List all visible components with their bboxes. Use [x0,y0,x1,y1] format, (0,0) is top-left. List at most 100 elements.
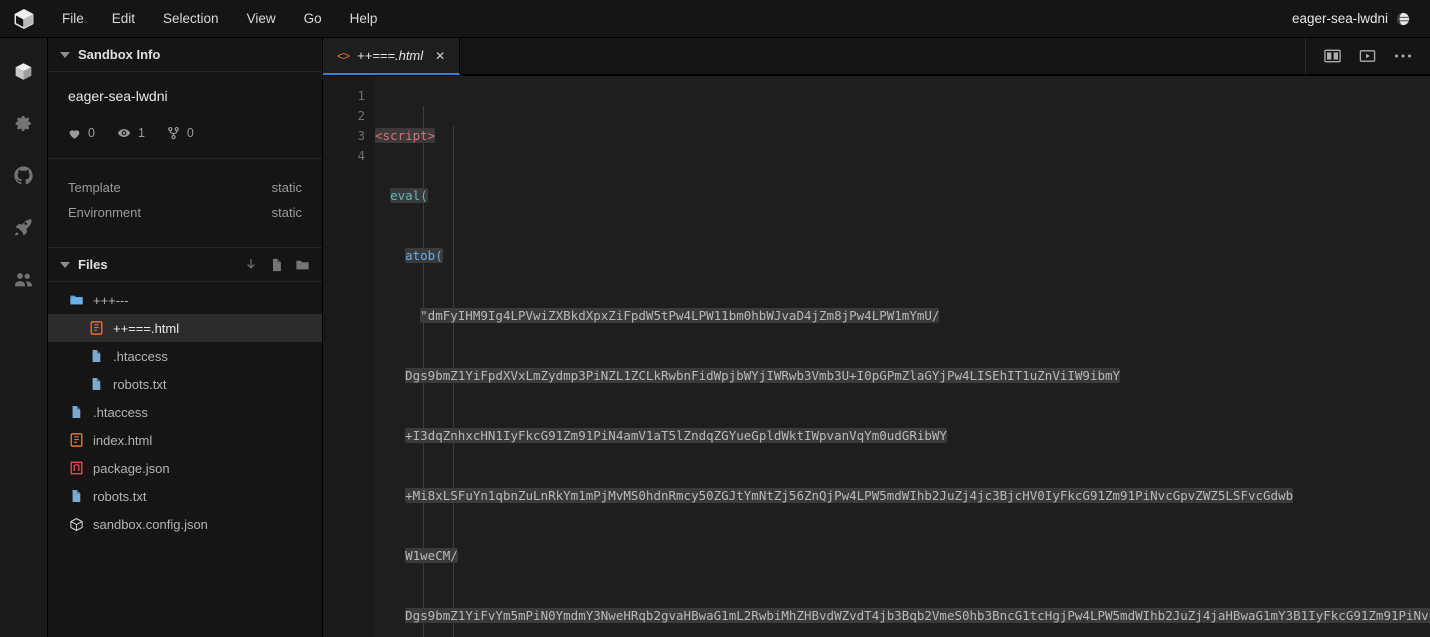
line-number-gutter: 1 2 3 4 [323,76,375,637]
menu-bar: File Edit Selection View Go Help eager-s… [0,0,1430,38]
file-tree: +++--- ++===.html .htaccess robots.txt .… [48,282,322,637]
line-number: 1 [357,88,365,103]
people-icon [15,272,32,286]
code-line: W1weCM/ [375,546,1430,566]
tab-label: ++===.html [357,48,424,63]
line-number: 2 [357,108,365,123]
file-label: +++--- [93,292,129,308]
file-label: sandbox.config.json [93,516,208,532]
more-actions-icon[interactable] [1394,53,1412,59]
code-brackets-icon: <> [337,48,350,63]
code-line: <script> [375,126,1430,146]
activity-collaborators[interactable] [4,260,44,298]
file-icon [88,376,104,392]
html5-icon [88,320,104,336]
new-file-icon[interactable] [270,258,283,272]
main-body: Sandbox Info eager-sea-lwdni 0 1 0 Templ… [0,38,1430,637]
gear-icon [15,115,31,131]
menu-go[interactable]: Go [290,7,336,30]
file-tree-folder-plusplusplus[interactable]: +++--- [48,286,322,314]
code-editor[interactable]: 1 2 3 4 <script> eval( atob( "dmFyIHM9Ig… [323,76,1430,637]
activity-deploy[interactable] [4,208,44,246]
sandbox-info-header-label: Sandbox Info [78,47,161,62]
split-editor-icon[interactable] [1324,48,1341,64]
files-header-actions [244,258,310,272]
html5-icon [68,432,84,448]
file-icon [68,404,84,420]
chevron-down-icon [60,261,70,268]
activity-bar [0,38,48,637]
activity-settings[interactable] [4,104,44,142]
file-tree-item-package-json[interactable]: package.json [48,454,322,482]
sidebar: Sandbox Info eager-sea-lwdni 0 1 0 Templ… [48,38,323,637]
rocket-icon [15,218,32,236]
file-tree-item-robots-txt[interactable]: robots.txt [48,482,322,510]
file-tree-item-plusequals-html[interactable]: ++===.html [48,314,322,342]
menu-bar-right: eager-sea-lwdni [1292,11,1416,26]
sandbox-info-header[interactable]: Sandbox Info [48,38,322,72]
editor-area: <> ++===.html ✕ 1 2 3 4 <script> eval(a… [323,38,1430,637]
tab-bar-spacer [460,38,1305,75]
file-label: robots.txt [93,488,147,504]
code-token-eval: eval( [390,188,428,203]
menu-view[interactable]: View [233,7,290,30]
file-tree-item-htaccess-nested[interactable]: .htaccess [48,342,322,370]
stat-forks: 0 [167,126,194,140]
code-line: Dgs9bmZ1YiFpdXVxLmZydmp3PiNZL1ZCLkRwbnFi… [375,366,1430,386]
heart-icon [68,127,81,140]
npm-icon [68,460,84,476]
code-token-script-tag: <script> [375,128,436,143]
sandbox-title: eager-sea-lwdni [1291,11,1388,26]
folder-icon [68,292,84,308]
meta-template-label: Template [68,180,121,195]
code-token-b64: +Mi8xLSFuYn1qbnZuLnRkYm1mPjMvMS0hdnRmcy5… [405,488,1294,503]
cube-icon [68,516,84,532]
stat-forks-value: 0 [186,126,194,140]
new-folder-icon[interactable] [295,258,310,272]
stat-views-value: 1 [137,126,145,140]
code-token-b64: +I3dqZnhxcHN1IyFkcG91Zm91PiN4amV1aT5lZnd… [405,428,947,443]
line-number: 3 [357,128,365,143]
files-header[interactable]: Files [48,248,322,282]
sandbox-stats: 0 1 0 [68,126,302,140]
activity-github[interactable] [4,156,44,194]
file-label: ++===.html [113,320,180,336]
tab-bar: <> ++===.html ✕ [323,38,1430,76]
code-content[interactable]: <script> eval( atob( "dmFyIHM9Ig4LPVwiZX… [375,76,1430,637]
chevron-down-icon [60,51,70,58]
code-lines: <script> eval( atob( "dmFyIHM9Ig4LPVwiZX… [375,86,1430,637]
file-tree-item-sandbox-config[interactable]: sandbox.config.json [48,510,322,538]
file-tree-item-htaccess[interactable]: .htaccess [48,398,322,426]
github-icon [14,165,33,184]
code-token-atob: atob( [405,248,443,263]
menu-selection[interactable]: Selection [149,7,233,30]
app-logo[interactable] [0,0,48,38]
close-icon[interactable]: ✕ [435,49,445,63]
tab-plusequals-html[interactable]: <> ++===.html ✕ [323,38,461,75]
eye-icon [117,126,131,140]
stat-views: 1 [117,126,145,140]
file-tree-item-index-html[interactable]: index.html [48,426,322,454]
line-number: 4 [357,148,365,163]
cube-icon [15,62,32,80]
code-line: Dgs9bmZ1YiFvYm5mPiN0YmdmY3NweHRqb2gvaHBw… [375,606,1430,626]
menu-file[interactable]: File [48,7,98,30]
file-label: .htaccess [93,404,148,420]
meta-row-template: Template static [68,175,302,200]
download-icon[interactable] [244,258,258,272]
meta-row-environment: Environment static [68,200,302,225]
sandbox-ide-window: File Edit Selection View Go Help eager-s… [0,0,1430,637]
file-label: .htaccess [113,348,168,364]
file-tree-item-robots-nested[interactable]: robots.txt [48,370,322,398]
code-line: +I3dqZnhxcHN1IyFkcG91Zm91PiN4amV1aT5lZnd… [375,426,1430,446]
meta-environment-value: static [271,205,302,220]
menu-edit[interactable]: Edit [98,7,149,30]
file-icon [88,348,104,364]
open-preview-icon[interactable] [1359,48,1376,64]
activity-sandbox-explorer[interactable] [4,52,44,90]
globe-icon[interactable] [1396,12,1410,26]
files-header-label: Files [78,257,108,272]
menu-help[interactable]: Help [336,7,392,30]
stat-likes-value: 0 [88,126,95,140]
tab-bar-actions [1305,38,1430,75]
